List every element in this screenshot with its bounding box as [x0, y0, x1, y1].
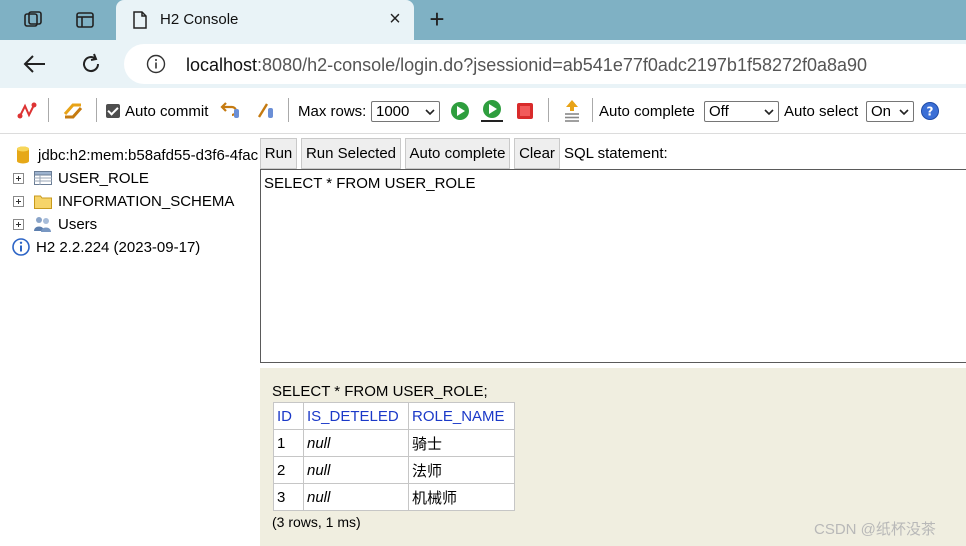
workspaces-icon[interactable] — [20, 7, 46, 33]
run-selected-icon[interactable] — [480, 100, 504, 122]
database-icon — [14, 146, 32, 164]
tree-item-label: Users — [58, 215, 98, 233]
max-rows-label-wrap: Max rows: — [298, 100, 366, 122]
sql-editor[interactable]: SELECT * FROM USER_ROLE — [260, 169, 966, 363]
chevron-down-icon — [425, 109, 435, 116]
expand-icon[interactable] — [13, 172, 24, 184]
sql-text: SELECT * FROM USER_ROLE — [264, 175, 476, 192]
toolbar-separator — [288, 98, 289, 122]
help-icon[interactable]: ? — [920, 100, 940, 122]
table-cell: null — [303, 483, 409, 511]
table-cell: 骑士 — [408, 429, 515, 457]
url-path: :8080/h2-console/login.do?jsessionid=ab5… — [257, 55, 868, 75]
auto-commit-toggle[interactable]: Auto commit — [106, 100, 208, 122]
table-cell: 1 — [273, 429, 304, 457]
table-row: 3 null 机械师 — [273, 483, 515, 511]
toolbar-separator — [548, 98, 549, 122]
auto-select-select[interactable]: On — [866, 101, 914, 122]
schema-tree: jdbc:h2:mem:b58afd55-d3f6-4fac USER_ROLE… — [0, 135, 258, 546]
page-icon — [133, 11, 147, 29]
table-cell: 机械师 — [408, 483, 515, 511]
svg-text:?: ? — [927, 105, 934, 119]
toolbar-separator — [592, 98, 593, 122]
table-cell: null — [303, 429, 409, 457]
auto-complete-value: Off — [709, 103, 729, 120]
tree-item-user-role[interactable]: USER_ROLE — [0, 168, 149, 188]
auto-complete-select[interactable]: Off — [704, 101, 779, 122]
folder-icon — [34, 193, 52, 209]
table-row: 2 null 法师 — [273, 456, 515, 484]
sql-statement-label: SQL statement: — [564, 145, 668, 162]
tab-actions-icon[interactable] — [72, 7, 98, 33]
version-text: H2 2.2.224 (2023-09-17) — [36, 238, 201, 256]
rollback-icon[interactable] — [220, 100, 242, 122]
back-icon[interactable] — [22, 51, 48, 77]
disconnect-icon[interactable] — [16, 100, 38, 122]
table-cell: 法师 — [408, 456, 515, 484]
site-info-icon[interactable] — [146, 54, 166, 74]
clear-button[interactable]: Clear — [514, 138, 560, 169]
url-bar[interactable]: localhost:8080/h2-console/login.do?jsess… — [124, 44, 966, 84]
connection-node[interactable]: jdbc:h2:mem:b58afd55-d3f6-4fac — [14, 145, 258, 165]
auto-select-label-wrap: Auto select — [784, 100, 858, 122]
commit-icon[interactable] — [256, 100, 278, 122]
watermark: CSDN @纸杯没茶 — [814, 521, 936, 538]
h2-toolbar: Auto commit Max rows: 1000 Auto complete… — [0, 88, 966, 134]
toolbar-separator — [48, 98, 49, 122]
column-header[interactable]: ID — [273, 402, 304, 430]
table-cell: 2 — [273, 456, 304, 484]
auto-select-value: On — [871, 103, 892, 120]
tab-h2-console[interactable]: H2 Console × — [116, 0, 414, 40]
table-icon — [34, 170, 52, 186]
tree-item-label: USER_ROLE — [58, 169, 149, 187]
chevron-down-icon — [764, 109, 774, 116]
max-rows-value: 1000 — [376, 103, 410, 120]
version-node: H2 2.2.224 (2023-09-17) — [12, 237, 200, 257]
table-header-row: ID IS_DETELED ROLE_NAME — [273, 402, 515, 430]
users-icon — [34, 216, 52, 232]
address-bar-row: localhost:8080/h2-console/login.do?jsess… — [0, 40, 966, 88]
reload-icon[interactable] — [78, 51, 104, 77]
info-icon — [12, 238, 30, 256]
table-cell: null — [303, 456, 409, 484]
run-button[interactable]: Run — [260, 138, 297, 169]
close-tab-icon[interactable]: × — [384, 8, 406, 30]
tree-item-information-schema[interactable]: INFORMATION_SCHEMA — [0, 191, 234, 211]
result-table: ID IS_DETELED ROLE_NAME 1 null 骑士 2 null… — [273, 402, 515, 511]
result-summary: (3 rows, 1 ms) — [272, 514, 361, 530]
max-rows-label: Max rows: — [298, 102, 367, 120]
expand-icon[interactable] — [13, 218, 24, 230]
url-text: localhost:8080/h2-console/login.do?jsess… — [186, 55, 867, 76]
chevron-down-icon — [899, 109, 909, 116]
auto-complete-label: Auto complete — [599, 102, 695, 120]
tab-title: H2 Console — [160, 11, 239, 28]
tree-item-users[interactable]: Users — [0, 214, 97, 234]
executed-sql: SELECT * FROM USER_ROLE; — [272, 383, 488, 400]
refresh-icon[interactable] — [62, 100, 84, 122]
auto-complete-label-wrap: Auto complete — [599, 100, 695, 122]
column-header[interactable]: ROLE_NAME — [408, 402, 515, 430]
stop-icon[interactable] — [516, 100, 534, 122]
column-header[interactable]: IS_DETELED — [303, 402, 409, 430]
run-selected-button[interactable]: Run Selected — [301, 138, 401, 169]
browser-tab-strip: H2 Console × + — [0, 0, 966, 40]
table-row: 1 null 骑士 — [273, 429, 515, 457]
auto-commit-checkbox[interactable] — [106, 104, 120, 118]
auto-commit-label: Auto commit — [125, 102, 209, 120]
connection-url: jdbc:h2:mem:b58afd55-d3f6-4fac — [38, 146, 258, 164]
toolbar-separator — [96, 98, 97, 122]
auto-select-label: Auto select — [784, 102, 859, 120]
run-icon[interactable] — [450, 100, 470, 122]
history-icon[interactable] — [562, 100, 582, 122]
new-tab-icon[interactable]: + — [424, 6, 450, 32]
table-cell: 3 — [273, 483, 304, 511]
tree-item-label: INFORMATION_SCHEMA — [58, 192, 235, 210]
max-rows-select[interactable]: 1000 — [371, 101, 440, 122]
expand-icon[interactable] — [13, 195, 24, 207]
url-host: localhost — [186, 55, 258, 75]
auto-complete-button[interactable]: Auto complete — [405, 138, 510, 169]
